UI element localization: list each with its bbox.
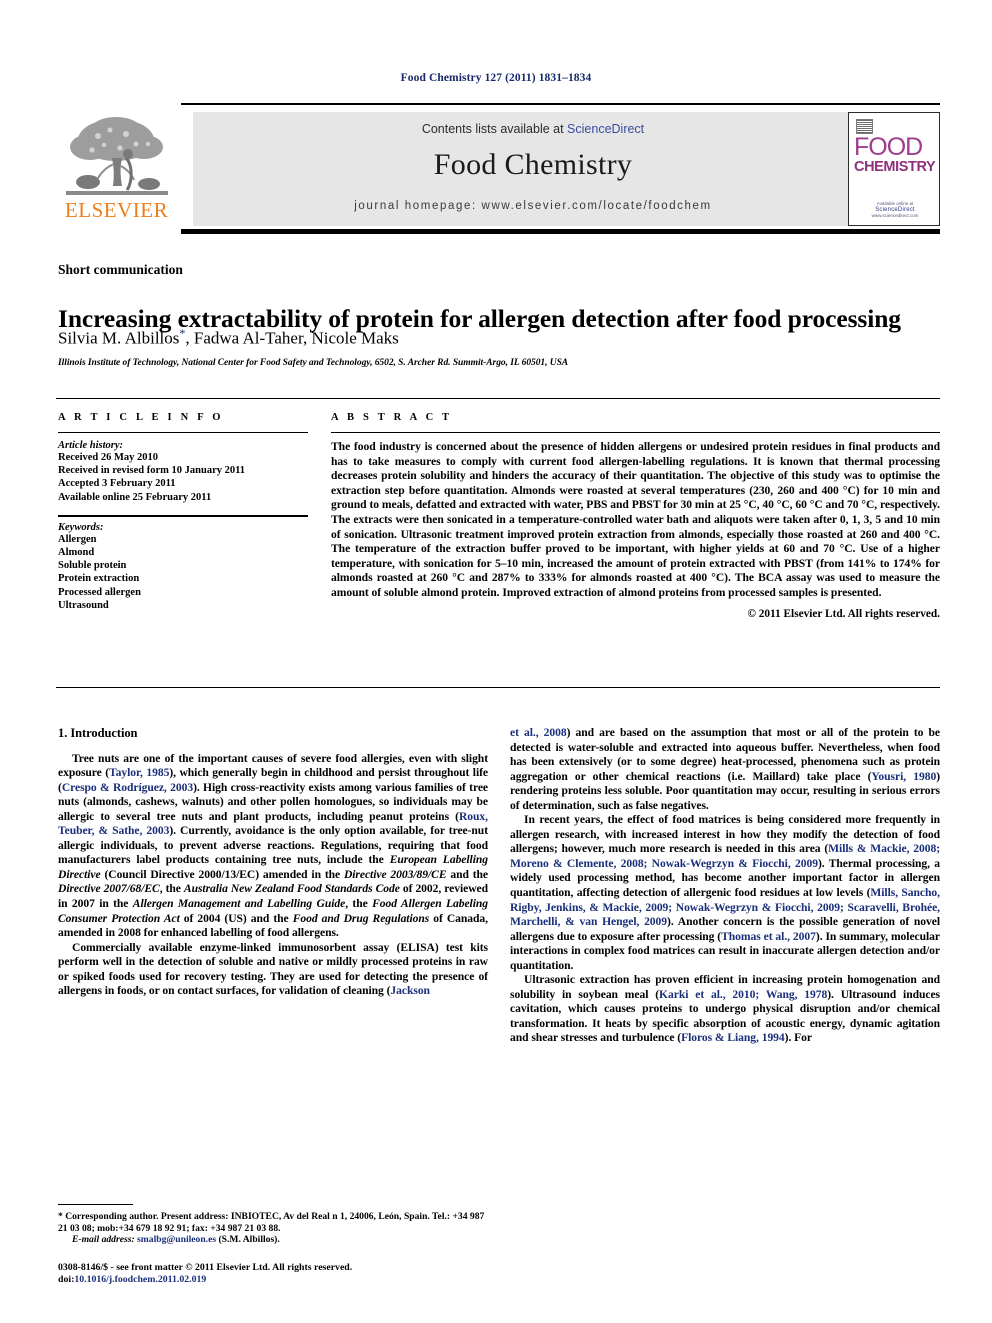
body-column-right: et al., 2008) and are based on the assum… <box>510 726 940 1046</box>
article-page: Food Chemistry 127 (2011) 1831–1834 ELSE… <box>0 0 992 1323</box>
author-rest: , Fadwa Al-Taher, Nicole Maks <box>185 328 399 348</box>
keyword-item: Almond <box>58 547 95 559</box>
article-info-heading: A R T I C L E I N F O <box>58 412 224 423</box>
issn-copyright-line: 0308-8146/$ - see front matter © 2011 El… <box>58 1262 353 1273</box>
doi-line: doi:10.1016/j.foodchem.2011.02.019 <box>58 1274 488 1286</box>
corresponding-author-footnote: * Corresponding author. Present address:… <box>58 1211 488 1246</box>
info-abstract-band: A R T I C L E I N F O Article history: R… <box>56 398 940 688</box>
article-info-column: A R T I C L E I N F O Article history: R… <box>58 412 308 612</box>
text-run: , the <box>345 897 373 911</box>
doi-link[interactable]: 10.1016/j.foodchem.2011.02.019 <box>74 1274 206 1285</box>
journal-title: Food Chemistry <box>433 148 633 181</box>
abstract-heading: A B S T R A C T <box>331 412 453 423</box>
body-column-left: 1. Introduction Tree nuts are one of the… <box>58 726 488 999</box>
text-run: of 2004 (US) and the <box>179 911 293 925</box>
abstract-rule <box>331 432 940 433</box>
keyword-item: Soluble protein <box>58 560 127 572</box>
footnote-email-line: E-mail address: smalbg@unileon.es (S.M. … <box>58 1234 488 1246</box>
sciencedirect-link[interactable]: ScienceDirect <box>567 122 644 136</box>
italic-run: Directive 2003/89/CE <box>343 867 447 881</box>
paragraph: Ultrasonic extraction has proven efficie… <box>510 973 940 1046</box>
section-type-label: Short communication <box>58 262 183 277</box>
text-run: , the <box>159 882 184 896</box>
paragraph: et al., 2008) and are based on the assum… <box>510 726 940 813</box>
citation-link[interactable]: Crespo & Rodríguez, 2003 <box>62 781 193 794</box>
keyword-item: Protein extraction <box>58 573 140 585</box>
keyword-item: Processed allergen <box>58 586 141 598</box>
contents-available-line: Contents lists available at ScienceDirec… <box>193 122 873 136</box>
heading-introduction: 1. Introduction <box>58 726 138 740</box>
footnote-rule <box>58 1204 133 1205</box>
italic-run: Australia New Zealand Food Standards Cod… <box>183 882 400 896</box>
paragraph: In recent years, the effect of food matr… <box>510 813 940 973</box>
cover-title-food: FOOD <box>854 133 923 161</box>
citation-link[interactable]: Thomas et al., 2007 <box>721 930 816 943</box>
italic-run: Directive 2007/68/EC <box>58 882 160 896</box>
text-run: and the <box>446 867 488 881</box>
citation-link[interactable]: Taylor, 1985 <box>109 766 169 779</box>
footnote-text: Corresponding author. Present address: I… <box>58 1211 485 1234</box>
journal-header-panel: Contents lists available at ScienceDirec… <box>193 112 873 226</box>
citation-link[interactable]: Floros & Liang, 1994 <box>681 1031 785 1044</box>
article-info-rule <box>58 432 308 433</box>
keywords-rule <box>58 514 308 517</box>
email-owner: (S.M. Albillos). <box>216 1234 280 1246</box>
article-history-revised: Received in revised form 10 January 2011 <box>58 465 246 477</box>
author-primary: Silvia M. Albillos <box>58 328 180 348</box>
article-history-received: Received 26 May 2010 <box>58 452 159 463</box>
journal-masthead: ELSEVIER Contents lists available at Sci… <box>56 103 940 234</box>
cover-title-chemistry: CHEMISTRY <box>854 159 936 175</box>
running-head: Food Chemistry 127 (2011) 1831–1834 <box>400 72 592 84</box>
elsevier-tree-icon <box>64 114 170 200</box>
band-top-rule <box>56 398 940 399</box>
keyword-item: Ultrasound <box>58 599 109 611</box>
citation-link[interactable]: et al., 2008 <box>510 726 567 739</box>
elsevier-logo: ELSEVIER <box>56 112 177 227</box>
keyword-item: Allergen <box>58 533 97 545</box>
doi-label: doi: <box>58 1274 75 1286</box>
citation-link[interactable]: Yousri, 1980 <box>871 770 936 783</box>
journal-cover-thumbnail[interactable]: FOOD CHEMISTRY Available online at Scien… <box>848 112 940 226</box>
elsevier-wordmark: ELSEVIER <box>64 198 169 222</box>
masthead-bottom-rule <box>181 229 940 234</box>
email-link[interactable]: smalbg@unileon.es <box>137 1234 216 1245</box>
masthead-top-rule <box>181 103 940 105</box>
keywords-label: Keywords: <box>58 521 104 533</box>
article-history-label: Article history: <box>58 440 124 451</box>
italic-run: Food and Drug Regulations <box>292 911 430 925</box>
abstract-column: A B S T R A C T The food industry is con… <box>331 412 940 620</box>
abstract-copyright: © 2011 Elsevier Ltd. All rights reserved… <box>747 607 940 620</box>
citation-link[interactable]: Jackson <box>390 984 430 997</box>
citation-link[interactable]: Karki et al., 2010; Wang, 1978 <box>659 988 827 1001</box>
paragraph: Tree nuts are one of the important cause… <box>58 752 488 941</box>
email-label: E-mail address: <box>72 1234 135 1246</box>
article-history-online: Available online 25 February 2011 <box>58 491 212 503</box>
cover-publisher-icon <box>856 119 873 134</box>
publisher-footer: 0308-8146/$ - see front matter © 2011 El… <box>58 1262 488 1287</box>
text-run: ). For <box>784 1031 812 1045</box>
band-bottom-rule <box>56 687 940 688</box>
affiliation: Illinois Institute of Technology, Nation… <box>58 358 569 368</box>
article-history-accepted: Accepted 3 February 2011 <box>58 478 176 490</box>
abstract-text: The food industry is concerned about the… <box>331 440 940 599</box>
author-list: Silvia M. Albillos*, Fadwa Al-Taher, Nic… <box>58 326 938 349</box>
cover-footer-url: www.sciencedirect.com <box>871 213 919 218</box>
paragraph: Commercially available enzyme-linked imm… <box>58 941 488 999</box>
journal-homepage-line[interactable]: journal homepage: www.elsevier.com/locat… <box>193 200 873 212</box>
italic-run: Allergen Management and Labelling Guide <box>132 897 346 911</box>
cover-footer: Available online at ScienceDirect www.sc… <box>849 201 939 219</box>
contents-prefix: Contents lists available at <box>421 122 568 136</box>
text-run: (Council Directive 2000/13/EC) amended i… <box>100 867 344 881</box>
